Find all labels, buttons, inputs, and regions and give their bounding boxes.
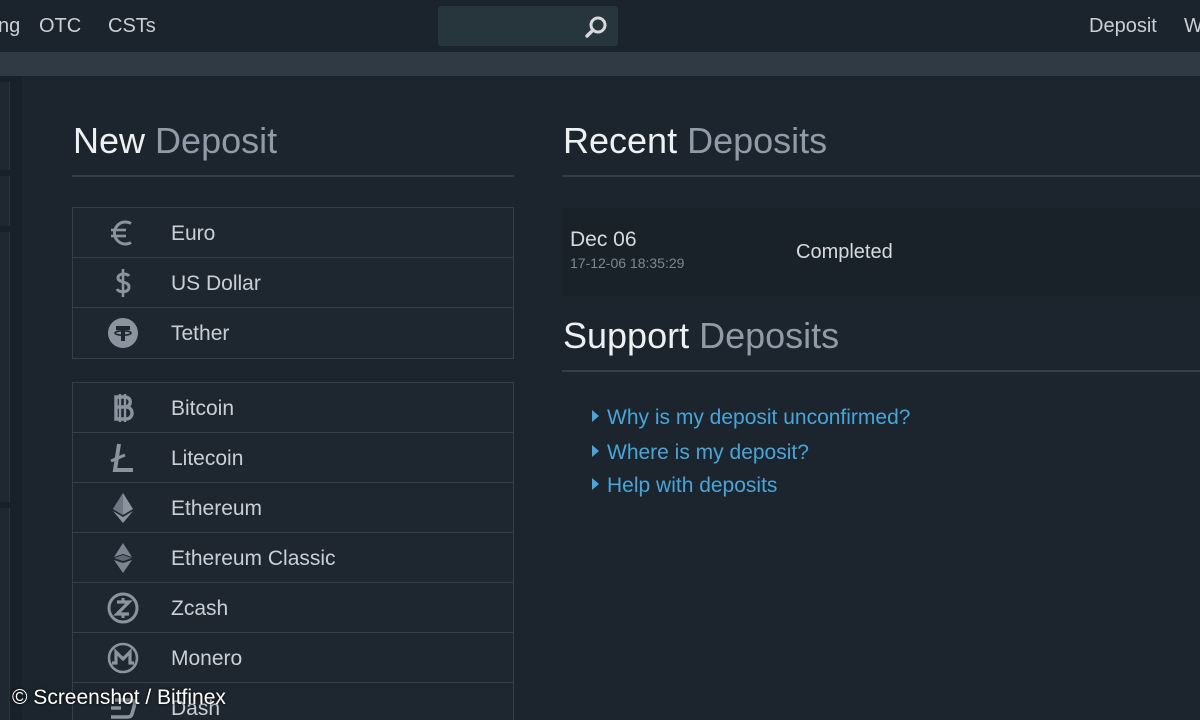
tether-icon [108,318,138,348]
currency-item-bitcoin[interactable]: Bitcoin [73,383,513,433]
deposit-date: Dec 06 [570,228,637,251]
ethereum-icon [113,493,133,523]
image-credit: © Screenshot / Bitfinex [12,686,226,709]
currency-label: Ethereum [171,497,263,520]
title-strong: Recent [563,120,678,161]
nav-item-csts[interactable]: CSTs [108,15,156,38]
currency-item-us-dollar[interactable]: US Dollar [73,258,513,308]
rail-segment [0,176,10,226]
title-muted: Deposit [155,120,278,161]
caret-right-icon [592,478,599,490]
crypto-currency-list: Bitcoin Litecoin Ethereum Ethereum Class… [72,382,514,720]
support-link-text: Why is my deposit unconfirmed? [607,406,911,429]
title-strong: Support [563,315,690,356]
caret-right-icon [592,445,599,457]
currency-label: Euro [171,222,216,245]
nav-item-withdraw[interactable]: W [1184,15,1200,38]
rail-segment [0,82,10,170]
currency-label: Bitcoin [171,397,235,420]
support-link-unconfirmed[interactable]: Why is my deposit unconfirmed? [592,406,910,430]
left-rail [0,76,22,720]
currency-label: Ethereum Classic [171,547,336,570]
currency-item-ethereum[interactable]: Ethereum [73,483,513,533]
recent-deposits-title: Recent Deposits [563,120,827,162]
euro-icon [111,220,132,246]
new-deposit-title: New Deposit [73,120,277,162]
currency-item-zcash[interactable]: Zcash [73,583,513,633]
zcash-icon [107,592,139,624]
divider [562,370,1200,372]
deposit-status: Completed [796,241,893,263]
nav-item-deposit[interactable]: Deposit [1089,15,1157,38]
currency-label: Monero [171,647,243,670]
ethereum-classic-icon [114,543,132,573]
fiat-currency-list: Euro US Dollar Tether [72,207,514,359]
dollar-icon [115,269,131,297]
search-icon[interactable] [584,15,608,39]
title-strong: New [73,120,146,161]
nav-item-trading[interactable]: ng [0,15,20,38]
currency-label: US Dollar [171,272,261,295]
deposit-row[interactable]: Dec 06 17-12-06 18:35:29 Completed [562,208,1200,296]
deposit-timestamp: 17-12-06 18:35:29 [570,255,685,271]
caret-right-icon [592,410,599,422]
currency-label: Litecoin [171,447,244,470]
currency-item-monero[interactable]: Monero [73,633,513,683]
top-nav-bar: ng OTC CSTs Deposit W [0,0,1200,52]
bitcoin-icon [114,394,134,422]
currency-item-tether[interactable]: Tether [73,308,513,358]
litecoin-icon [110,443,133,472]
support-link-text: Help with deposits [607,474,778,497]
support-link-where[interactable]: Where is my deposit? [592,441,809,465]
divider [562,175,1200,177]
currency-item-litecoin[interactable]: Litecoin [73,433,513,483]
sub-nav-bar [0,52,1200,76]
currency-item-euro[interactable]: Euro [73,208,513,258]
support-link-text: Where is my deposit? [607,441,809,464]
search-input[interactable] [438,6,618,46]
title-muted: Deposits [699,315,840,356]
rail-segment [0,508,10,720]
currency-label: Tether [171,322,230,345]
nav-item-otc[interactable]: OTC [39,15,81,38]
rail-segment [0,232,10,502]
support-link-help[interactable]: Help with deposits [592,474,777,498]
currency-item-ethereum-classic[interactable]: Ethereum Classic [73,533,513,583]
currency-label: Zcash [171,597,229,620]
monero-icon [107,642,139,674]
title-muted: Deposits [687,120,828,161]
support-deposits-title: Support Deposits [563,315,839,357]
divider [72,175,514,177]
